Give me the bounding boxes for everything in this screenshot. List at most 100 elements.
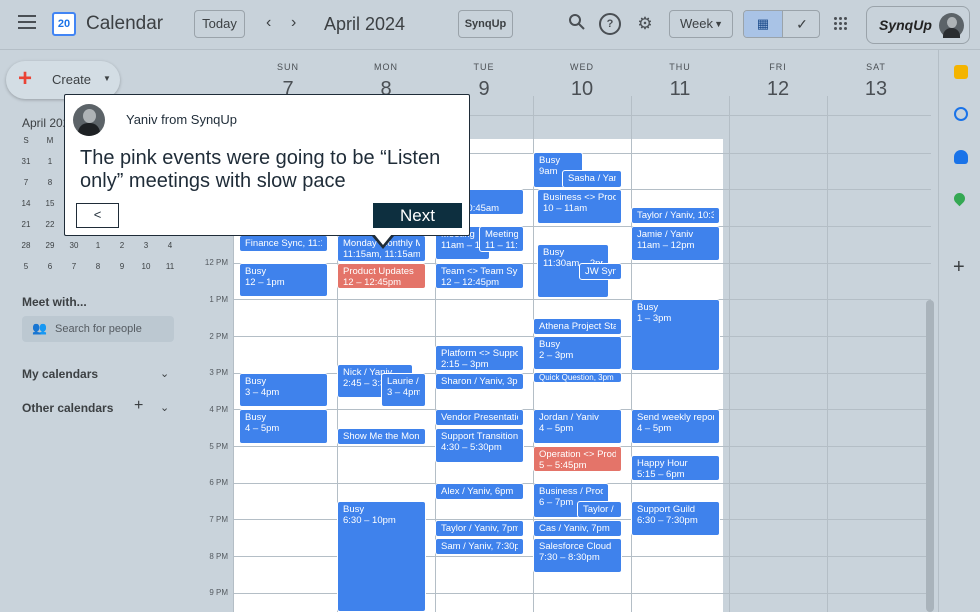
tasks-icon[interactable]	[954, 107, 968, 121]
mini-day[interactable]: 1	[38, 157, 62, 166]
keep-icon[interactable]	[954, 65, 968, 79]
calendar-event[interactable]: Busy 6:30 – 10pm	[337, 501, 426, 612]
contacts-icon[interactable]	[954, 150, 968, 164]
mini-day[interactable]: 6	[38, 262, 62, 271]
previous-week-icon[interactable]: ‹	[266, 14, 271, 32]
calendar-event[interactable]: Sam / Yaniv, 7:30pm	[435, 538, 524, 555]
today-button[interactable]: Today	[194, 10, 245, 38]
mini-day[interactable]: 7	[62, 262, 86, 271]
tasks-view-icon[interactable]: ✓	[782, 11, 819, 37]
other-calendars-heading[interactable]: Other calendars	[22, 401, 113, 415]
mini-day[interactable]: 3	[134, 241, 158, 250]
main-menu-icon[interactable]	[18, 15, 36, 29]
calendar-event[interactable]: Busy 2 – 3pm	[533, 336, 622, 370]
mini-day[interactable]: 10	[134, 262, 158, 271]
view-select-label: Week	[680, 16, 713, 31]
scrollbar[interactable]	[926, 300, 934, 612]
event-time: 11am – 12pm	[441, 240, 484, 251]
search-people-input[interactable]: 👥 Search for people	[22, 316, 174, 342]
mini-day[interactable]: 15	[38, 199, 62, 208]
synqup-extension-button[interactable]: SynqUp	[458, 10, 513, 38]
mini-day[interactable]: 8	[86, 262, 110, 271]
calendar-event[interactable]: Team <> Team Sync12 – 12:45pm	[435, 263, 524, 289]
event-time: 10 – 11am	[543, 203, 588, 214]
day-header-fri[interactable]: FRI 12	[729, 62, 827, 101]
next-button[interactable]: Next	[373, 203, 462, 228]
calendar-event[interactable]: Vendor Presentation	[435, 409, 524, 426]
mini-day[interactable]: 21	[14, 220, 38, 229]
calendar-event-listen-only[interactable]: Product Updates 12 – 12:45pm	[337, 263, 426, 289]
calendar-event[interactable]: Athena Project Status	[533, 318, 622, 335]
mini-day[interactable]: 22	[38, 220, 62, 229]
search-icon[interactable]	[566, 13, 588, 35]
calendar-event[interactable]: Salesforce Cloud 7:30 – 8:30pm	[533, 538, 622, 573]
avatar[interactable]	[939, 13, 964, 38]
calendar-event[interactable]: Finance Sync, 11:15am	[239, 235, 328, 252]
mini-day[interactable]: 4	[158, 241, 182, 250]
apps-grid-icon[interactable]	[834, 17, 848, 31]
calendar-event[interactable]: Sasha / Yaniv	[562, 170, 622, 188]
mini-weekday: M	[46, 136, 54, 145]
calendar-event[interactable]: Business <> Product10 – 11am	[537, 189, 622, 224]
help-icon[interactable]: ?	[599, 13, 621, 35]
calendar-event[interactable]: Meeting with Yaniv11 – 11:45am	[479, 226, 524, 252]
my-calendars-heading[interactable]: My calendars	[22, 367, 98, 381]
calendar-event[interactable]: Taylor / Yaniv	[577, 501, 622, 518]
settings-gear-icon[interactable]: ⚙	[634, 13, 656, 35]
calendar-event[interactable]: Busy 4 – 5pm	[239, 409, 328, 444]
chevron-down-icon[interactable]: ⌄	[160, 401, 169, 414]
calendar-event[interactable]: Platform <> Support 2:15 – 3pm	[435, 345, 524, 371]
calendar-event[interactable]: Alex / Yaniv, 6pm	[435, 483, 524, 500]
calendar-event[interactable]: Cas / Yaniv, 7pm	[533, 520, 622, 537]
day-header-thu[interactable]: THU 11	[631, 62, 729, 101]
calendar-event[interactable]: Jordan / Yaniv 4 – 5pm	[533, 409, 622, 444]
event-title: Team <> Team Sync	[441, 266, 518, 277]
event-title: Laurie / Yaniv	[387, 376, 420, 387]
maps-icon[interactable]	[951, 190, 968, 207]
mini-day[interactable]: 14	[14, 199, 38, 208]
chevron-down-icon[interactable]: ⌄	[160, 367, 169, 380]
mini-day[interactable]: 2	[110, 241, 134, 250]
next-week-icon[interactable]: ›	[291, 14, 296, 32]
day-name: WED	[570, 62, 594, 72]
mini-day[interactable]: 5	[14, 262, 38, 271]
calendar-event[interactable]: JW Sync	[579, 263, 622, 280]
view-select[interactable]: Week ▼	[669, 10, 733, 38]
synqup-logo: SynqUp	[879, 17, 932, 33]
mini-day[interactable]: 7	[14, 178, 38, 187]
back-button[interactable]: <	[76, 203, 119, 228]
calendar-event[interactable]: Busy 3 – 4pm	[239, 373, 328, 407]
calendar-event[interactable]: Happy Hour 5:15 – 6pm	[631, 455, 720, 481]
account-chip[interactable]: SynqUp	[866, 6, 970, 44]
calendar-event[interactable]: Laurie / Yaniv3 – 4pm	[381, 373, 426, 407]
mini-day[interactable]: 29	[38, 241, 62, 250]
calendar-event[interactable]: Support Guild 6:30 – 7:30pm	[631, 501, 720, 536]
calendar-event[interactable]: Show Me the Money	[337, 428, 426, 445]
calendar-event[interactable]: Quick Question, 3pm	[533, 372, 622, 383]
add-on-plus-icon[interactable]: +	[953, 256, 965, 279]
event-title: Show Me the Money	[343, 431, 420, 442]
calendar-event[interactable]: Busy 1 – 3pm	[631, 299, 720, 371]
event-time: 12 – 1pm	[245, 277, 285, 288]
mini-day[interactable]: 8	[38, 178, 62, 187]
calendar-view-icon[interactable]: ▦	[744, 11, 782, 37]
calendar-event[interactable]: Sharon / Yaniv, 3pm	[435, 373, 524, 390]
mini-day[interactable]: 1	[86, 241, 110, 250]
day-header-sat[interactable]: SAT 13	[827, 62, 925, 101]
calendar-event[interactable]: Jamie / Yaniv 11am – 12pm	[631, 226, 720, 261]
add-calendar-icon[interactable]: +	[134, 397, 143, 415]
day-header-wed[interactable]: WED 10	[533, 62, 631, 101]
calendar-event[interactable]: Busy 12 – 1pm	[239, 263, 328, 297]
calendar-event[interactable]: Send weekly report 4 – 5pm	[631, 409, 720, 444]
calendar-event-listen-only[interactable]: Operation <> Product5 – 5:45pm	[533, 446, 622, 472]
event-time: 6:30 – 10pm	[343, 515, 396, 526]
mini-day[interactable]: 30	[62, 241, 86, 250]
mini-day[interactable]: 11	[158, 262, 182, 271]
calendar-event[interactable]: Taylor / Yaniv, 10:30am	[631, 207, 720, 224]
calendar-event[interactable]: Support Transition 4:30 – 5:30pm	[435, 428, 524, 463]
mini-day[interactable]: 28	[14, 241, 38, 250]
mini-day[interactable]: 9	[110, 262, 134, 271]
calendar-event[interactable]: Taylor / Yaniv, 7pm	[435, 520, 524, 537]
event-title: Support Guild	[637, 504, 696, 515]
mini-day[interactable]: 31	[14, 157, 38, 166]
